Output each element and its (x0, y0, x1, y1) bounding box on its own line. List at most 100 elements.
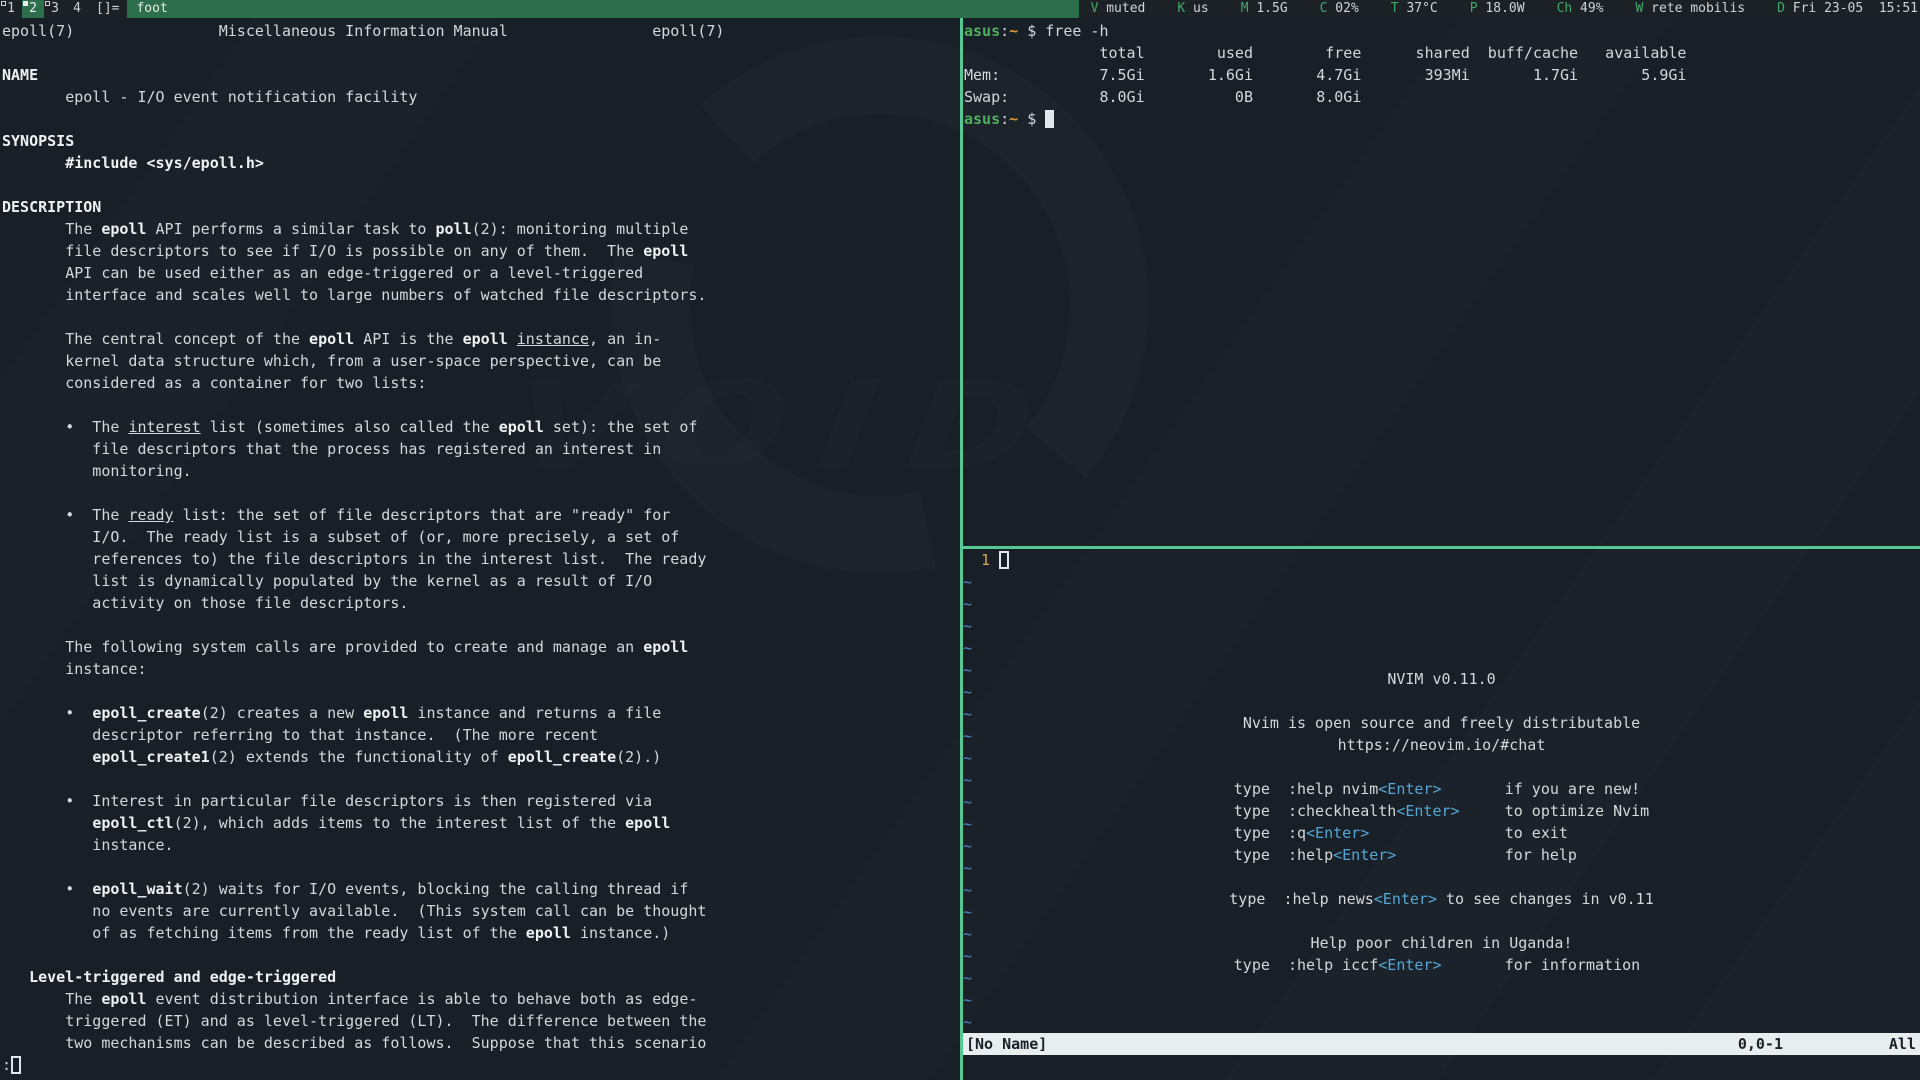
pager-prompt-line: : (2, 1054, 960, 1076)
text-line (963, 866, 1920, 888)
text-line (2, 174, 960, 196)
text-line (2, 856, 960, 878)
text-line (2, 944, 960, 966)
buffer-name: [No Name] (966, 1033, 1047, 1055)
text-line: The epoll API performs a similar task to… (2, 218, 960, 240)
workspace-tag-4[interactable]: 4 (66, 0, 88, 18)
status-segment-D: D Fri 23-05 15:51 (1777, 0, 1918, 18)
text-line: instance. (2, 834, 960, 856)
text-line: epoll(7) Miscellaneous Information Manua… (2, 20, 960, 42)
text-line: NVIM v0.11.0 (963, 668, 1920, 690)
text-line (2, 108, 960, 130)
text-line: I/O. The ready list is a subset of (or, … (2, 526, 960, 548)
text-line: API can be used either as an edge-trigge… (2, 262, 960, 284)
workspace-tag-1[interactable]: 1 (0, 0, 22, 18)
text-line (963, 690, 1920, 712)
text-line: Help poor children in Uganda! (963, 932, 1920, 954)
text-line: type :checkhealth<Enter> to optimize Nvi… (963, 800, 1920, 822)
text-line: SYNOPSIS (2, 130, 960, 152)
text-line: Level-triggered and edge-triggered (2, 966, 960, 988)
text-line: instance: (2, 658, 960, 680)
text-line: Nvim is open source and freely distribut… (963, 712, 1920, 734)
text-line: • Interest in particular file descriptor… (2, 790, 960, 812)
text-line (963, 756, 1920, 778)
text-line: type :q<Enter> to exit (963, 822, 1920, 844)
text-line: no events are currently available. (This… (2, 900, 960, 922)
text-line: https://neovim.io/#chat (963, 734, 1920, 756)
text-line: The epoll event distribution interface i… (2, 988, 960, 1010)
text-line (2, 768, 960, 790)
status-segment-M: M 1.5G (1241, 0, 1288, 18)
text-line: descriptor referring to that instance. (… (2, 724, 960, 746)
status-segment-W: W rete mobilis (1636, 0, 1746, 18)
status-segments: V muted K us M 1.5G C 02% T 37°C P 18.0W Ch 49… (1079, 0, 1920, 18)
text-line: • The ready list: the set of file descri… (2, 504, 960, 526)
nvim-splash: NVIM v0.11.0 Nvim is open source and free… (963, 668, 1920, 976)
nvim-statusline: [No Name] 0,0-1 All (963, 1033, 1920, 1055)
workspace-tags: 1234 (0, 0, 88, 18)
tag-indicator (1, 1, 6, 6)
line-number: 1 (963, 549, 990, 571)
window-title: foot (127, 0, 1078, 18)
shell-cursor (1045, 110, 1054, 128)
status-bar: 1234 []= foot V muted K us M 1.5G C 02% T 37… (0, 0, 1920, 18)
text-line: • epoll_create(2) creates a new epoll in… (2, 702, 960, 724)
status-segment-P: P 18.0W (1470, 0, 1525, 18)
terminal-shell-window[interactable]: asus:~ $ free -h total used free shared … (963, 18, 1920, 546)
pager-prompt: : (2, 1056, 11, 1074)
text-line (2, 482, 960, 504)
text-line: #include <sys/epoll.h> (2, 152, 960, 174)
text-line: kernel data structure which, from a user… (2, 350, 960, 372)
status-segment-K: K us (1177, 0, 1208, 18)
text-line: two mechanisms can be described as follo… (2, 1032, 960, 1054)
nvim-line-1: 1 (963, 549, 1920, 571)
text-line: considered as a container for two lists: (2, 372, 960, 394)
pager-cursor (11, 1056, 21, 1074)
neovim-window[interactable]: 1 ~~~~~~~~~~~~~~~~~~~~~ NVIM v0.11.0Nvim… (963, 549, 1920, 1080)
text-line: monitoring. (2, 460, 960, 482)
text-line: The following system calls are provided … (2, 636, 960, 658)
nvim-cursor (999, 551, 1009, 569)
text-line (2, 614, 960, 636)
text-line (2, 42, 960, 64)
text-line: type :help news<Enter> to see changes in… (963, 888, 1920, 910)
text-line: interface and scales well to large numbe… (2, 284, 960, 306)
text-line: activity on those file descriptors. (2, 592, 960, 614)
text-line: of as fetching items from the ready list… (2, 922, 960, 944)
text-line (2, 306, 960, 328)
tag-indicator (45, 1, 50, 6)
scroll-position: All (1889, 1033, 1916, 1055)
status-segment-V: V muted (1091, 0, 1146, 18)
terminal-manpage-window[interactable]: epoll(7) Miscellaneous Information Manua… (0, 18, 960, 1080)
text-line: total used free shared buff/cache availa… (964, 42, 1920, 64)
workspace-tag-3[interactable]: 3 (44, 0, 66, 18)
text-line: triggered (ET) and as level-triggered (L… (2, 1010, 960, 1032)
tilde-line: ~ (963, 989, 1920, 1011)
text-line: file descriptors to see if I/O is possib… (2, 240, 960, 262)
tilde-line: ~ (963, 615, 1920, 637)
tilde-line: ~ (963, 593, 1920, 615)
tilde-line: ~ (963, 1011, 1920, 1033)
layout-indicator[interactable]: []= (88, 0, 127, 18)
status-segment-Ch: Ch 49% (1557, 0, 1604, 18)
status-segment-C: C 02% (1320, 0, 1359, 18)
text-line (963, 910, 1920, 932)
text-line (2, 680, 960, 702)
tag-indicator (23, 1, 28, 6)
tilde-line: ~ (963, 637, 1920, 659)
nvim-cmdline[interactable] (963, 1055, 1920, 1077)
text-line: references to) the file descriptors in t… (2, 548, 960, 570)
text-line: Mem: 7.5Gi 1.6Gi 4.7Gi 393Mi 1.7Gi 5.9Gi (964, 64, 1920, 86)
text-line: The central concept of the epoll API is … (2, 328, 960, 350)
tilde-line: ~ (963, 571, 1920, 593)
ruler-position: 0,0-1 (1738, 1033, 1783, 1055)
text-line: NAME (2, 64, 960, 86)
text-line (2, 394, 960, 416)
text-line: • The interest list (sometimes also call… (2, 416, 960, 438)
status-segment-T: T 37°C (1391, 0, 1438, 18)
man-page-content: epoll(7) Miscellaneous Information Manua… (2, 20, 960, 1054)
text-line: Swap: 8.0Gi 0B 8.0Gi (964, 86, 1920, 108)
workspace-tag-2[interactable]: 2 (22, 0, 44, 18)
text-line: epoll_ctl(2), which adds items to the in… (2, 812, 960, 834)
text-line: DESCRIPTION (2, 196, 960, 218)
